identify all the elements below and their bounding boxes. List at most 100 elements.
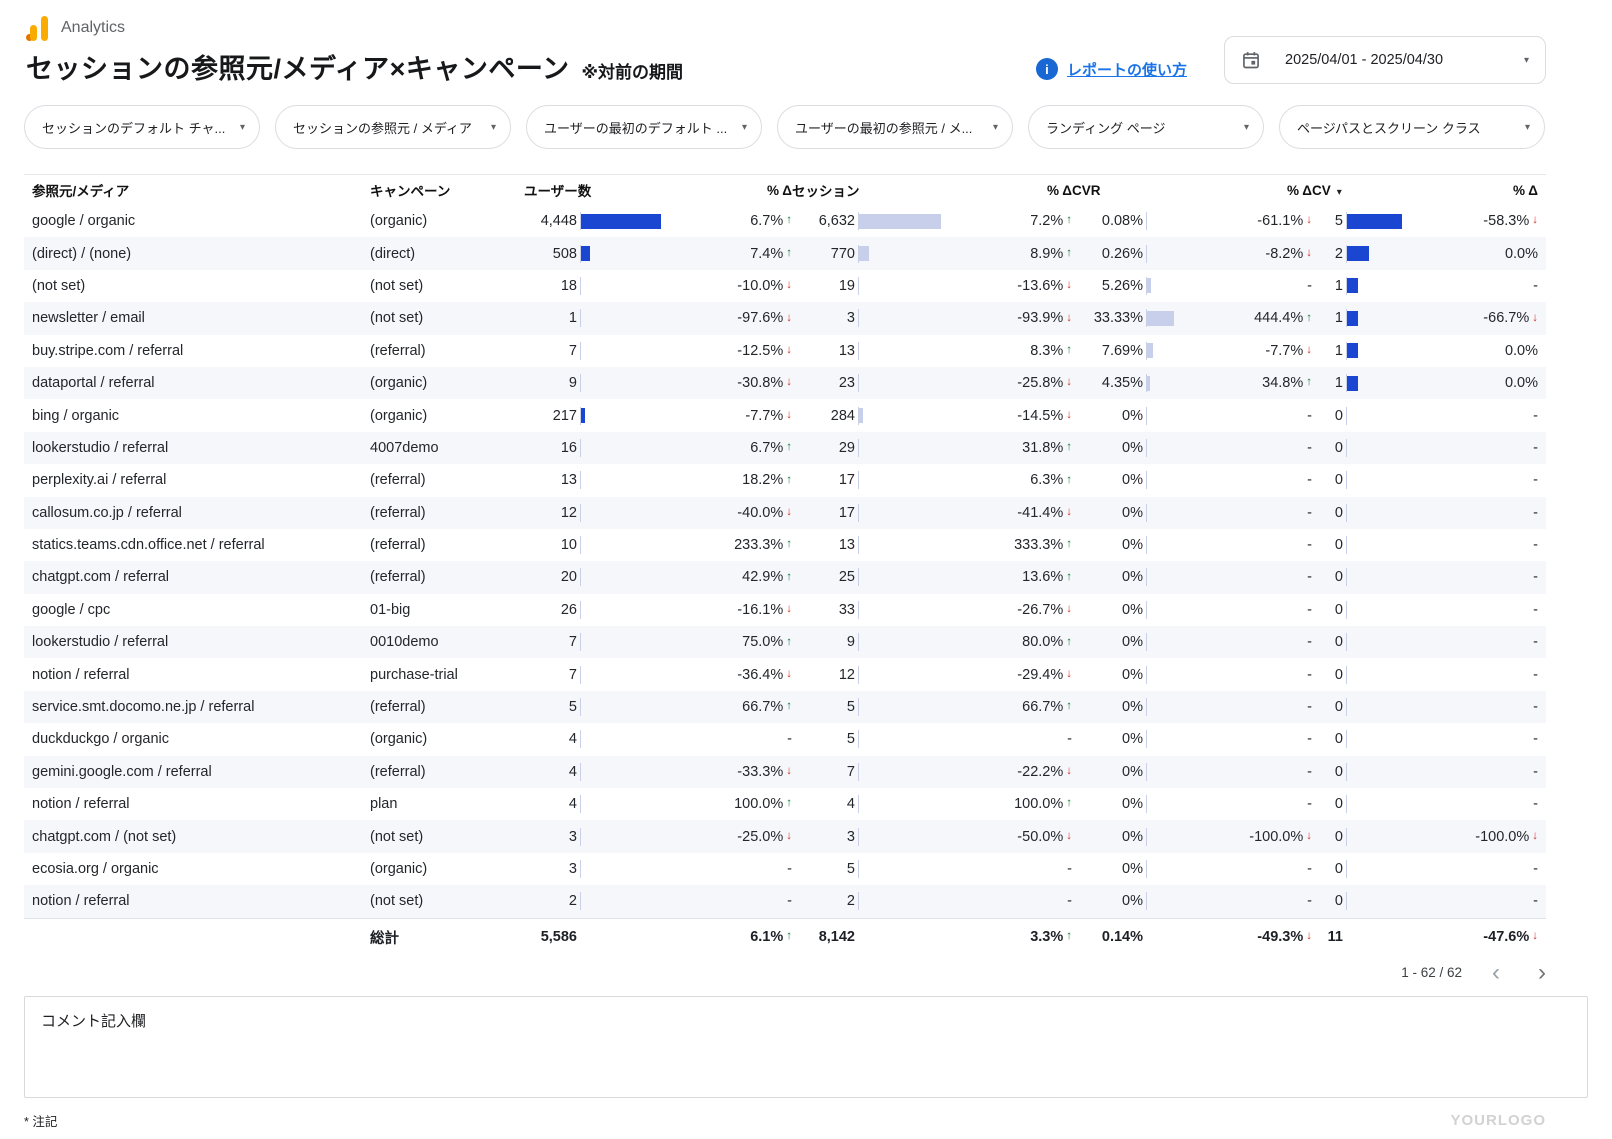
col-header-users[interactable]: ユーザー数 xyxy=(524,180,668,200)
users-value: 4 xyxy=(524,731,580,747)
comment-box[interactable]: コメント記入欄 xyxy=(24,996,1588,1098)
cv-value: 1 xyxy=(1312,343,1346,359)
cv-delta: - xyxy=(1404,537,1546,553)
users-value: 4 xyxy=(524,764,580,780)
campaign-cell: (not set) xyxy=(364,310,524,326)
source-medium-cell: service.smt.docomo.ne.jp / referral xyxy=(24,699,364,715)
sessions-value: 17 xyxy=(792,505,858,521)
previous-page-button[interactable]: ‹ xyxy=(1492,961,1500,985)
sessions-bar xyxy=(858,763,948,781)
cvr-bar xyxy=(1146,892,1230,910)
users-bar xyxy=(580,342,668,360)
col-header-cvr-delta[interactable]: % Δ xyxy=(1230,183,1312,198)
date-range-picker[interactable]: 2025/04/01 - 2025/04/30 ▾ xyxy=(1224,36,1546,84)
users-value: 4,448 xyxy=(524,213,580,229)
sessions-value: 770 xyxy=(792,246,858,262)
campaign-cell: 01-big xyxy=(364,602,524,618)
sessions-value: 13 xyxy=(792,343,858,359)
users-delta: 75.0%↑ xyxy=(668,634,792,650)
sessions-delta: 66.7%↑ xyxy=(948,699,1072,715)
cvr-bar xyxy=(1146,666,1230,684)
filter-chip[interactable]: ユーザーの最初の参照元 / メ...▾ xyxy=(777,105,1013,149)
total-users: 5,586 xyxy=(524,929,580,945)
sessions-value: 19 xyxy=(792,278,858,294)
sessions-value: 12 xyxy=(792,667,858,683)
cv-value: 0 xyxy=(1312,505,1346,521)
cv-bar xyxy=(1346,730,1404,748)
cvr-bar xyxy=(1146,471,1230,489)
sessions-bar xyxy=(858,504,948,522)
col-header-cv-delta[interactable]: % Δ xyxy=(1404,183,1546,198)
cvr-delta: - xyxy=(1230,699,1312,715)
source-medium-cell: (direct) / (none) xyxy=(24,246,364,262)
cvr-delta: - xyxy=(1230,569,1312,585)
table-row: duckduckgo / organic(organic)4-5-0%-0- xyxy=(24,723,1546,755)
campaign-cell: (direct) xyxy=(364,246,524,262)
users-value: 9 xyxy=(524,375,580,391)
source-medium-cell: google / cpc xyxy=(24,602,364,618)
filter-chip[interactable]: ランディング ページ▾ xyxy=(1028,105,1264,149)
cvr-value: 0% xyxy=(1072,602,1146,618)
sessions-value: 3 xyxy=(792,829,858,845)
sessions-value: 4 xyxy=(792,796,858,812)
sessions-bar xyxy=(858,568,948,586)
cv-value: 0 xyxy=(1312,764,1346,780)
help-link[interactable]: レポートの使い方 xyxy=(1067,59,1187,80)
cvr-bar xyxy=(1146,342,1230,360)
users-bar xyxy=(580,763,668,781)
sessions-delta: - xyxy=(948,861,1072,877)
users-delta: 18.2%↑ xyxy=(668,472,792,488)
total-sessions-bar xyxy=(858,928,948,946)
col-header-cvr[interactable]: CVR xyxy=(1072,183,1230,198)
sessions-delta: 333.3%↑ xyxy=(948,537,1072,553)
source-medium-cell: lookerstudio / referral xyxy=(24,440,364,456)
campaign-cell: (referral) xyxy=(364,569,524,585)
cvr-delta: -61.1%↓ xyxy=(1230,213,1312,229)
col-header-cv[interactable]: CV▾ xyxy=(1312,183,1404,198)
users-value: 4 xyxy=(524,796,580,812)
sessions-delta: -50.0%↓ xyxy=(948,829,1072,845)
users-bar xyxy=(580,828,668,846)
cvr-value: 0.08% xyxy=(1072,213,1146,229)
filter-chip[interactable]: ページパスとスクリーン クラス▾ xyxy=(1279,105,1545,149)
col-header-source[interactable]: 参照元/メディア xyxy=(24,180,364,200)
users-bar xyxy=(580,536,668,554)
col-header-campaign[interactable]: キャンペーン xyxy=(364,180,524,200)
users-delta: -12.5%↓ xyxy=(668,343,792,359)
cvr-bar xyxy=(1146,374,1230,392)
users-bar xyxy=(580,277,668,295)
col-header-users-delta[interactable]: % Δ xyxy=(668,183,792,198)
report-help[interactable]: i レポートの使い方 xyxy=(1036,58,1187,80)
cv-bar xyxy=(1346,666,1404,684)
filter-chip[interactable]: セッションのデフォルト チャ...▾ xyxy=(24,105,260,149)
col-header-sessions-delta[interactable]: % Δ xyxy=(948,183,1072,198)
users-value: 18 xyxy=(524,278,580,294)
cv-delta: - xyxy=(1404,861,1546,877)
cv-delta: -58.3%↓ xyxy=(1404,213,1546,229)
cv-value: 0 xyxy=(1312,634,1346,650)
filter-chip[interactable]: ユーザーの最初のデフォルト ...▾ xyxy=(526,105,762,149)
cv-value: 0 xyxy=(1312,537,1346,553)
cvr-bar xyxy=(1146,601,1230,619)
cvr-value: 0% xyxy=(1072,796,1146,812)
cvr-value: 0% xyxy=(1072,440,1146,456)
sessions-value: 13 xyxy=(792,537,858,553)
filter-chip-label: ページパスとスクリーン クラス xyxy=(1297,118,1517,137)
cv-delta: - xyxy=(1404,764,1546,780)
cv-delta: - xyxy=(1404,505,1546,521)
filter-chip-label: セッションの参照元 / メディア xyxy=(293,118,483,137)
sessions-bar xyxy=(858,860,948,878)
col-header-sessions[interactable]: セッション xyxy=(792,180,948,200)
filter-chip-label: ランディング ページ xyxy=(1046,118,1236,137)
sessions-value: 7 xyxy=(792,764,858,780)
next-page-button[interactable]: › xyxy=(1538,961,1546,985)
cvr-delta: - xyxy=(1230,505,1312,521)
filter-chip[interactable]: セッションの参照元 / メディア▾ xyxy=(275,105,511,149)
sessions-value: 2 xyxy=(792,893,858,909)
users-delta: -33.3%↓ xyxy=(668,764,792,780)
sessions-value: 5 xyxy=(792,699,858,715)
sessions-delta: - xyxy=(948,893,1072,909)
info-icon[interactable]: i xyxy=(1036,58,1058,80)
source-medium-cell: newsletter / email xyxy=(24,310,364,326)
trend-down-icon: ↓ xyxy=(1532,931,1538,943)
